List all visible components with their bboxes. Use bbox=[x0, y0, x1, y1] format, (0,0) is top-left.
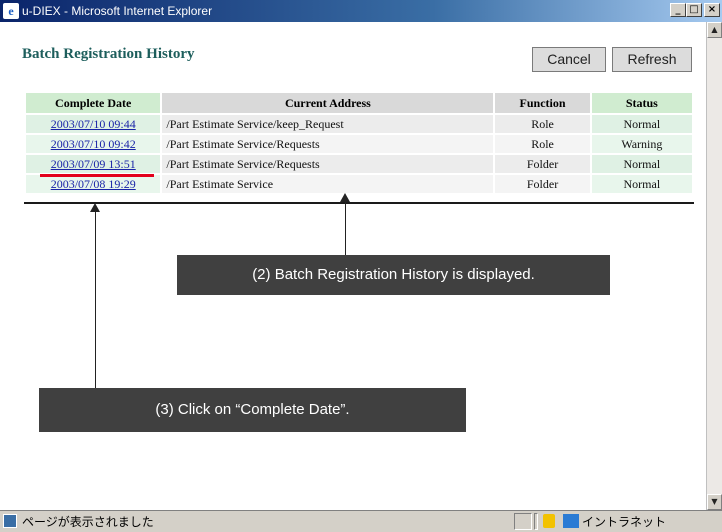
table-row: 2003/07/08 19:29 /Part Estimate Service … bbox=[26, 175, 692, 193]
complete-date-link[interactable]: 2003/07/08 19:29 bbox=[51, 177, 136, 191]
history-table: Complete Date Current Address Function S… bbox=[24, 91, 694, 195]
complete-date-cell: 2003/07/10 09:44 bbox=[26, 115, 161, 133]
current-address-cell: /Part Estimate Service/Requests bbox=[162, 155, 494, 173]
current-address-cell: /Part Estimate Service bbox=[162, 175, 494, 193]
function-cell: Role bbox=[495, 115, 590, 133]
window-title: u-DIEX - Microsoft Internet Explorer bbox=[22, 4, 213, 18]
scroll-down-icon[interactable]: ▼ bbox=[707, 494, 722, 510]
table-row: 2003/07/10 09:44 /Part Estimate Service/… bbox=[26, 115, 692, 133]
vertical-scrollbar[interactable]: ▲ ▼ bbox=[706, 22, 722, 510]
column-header-status: Status bbox=[591, 93, 692, 113]
close-button[interactable]: × bbox=[704, 3, 720, 17]
current-address-cell: /Part Estimate Service/Requests bbox=[162, 135, 494, 153]
page-title: Batch Registration History bbox=[22, 46, 195, 62]
complete-date-cell: 2003/07/10 09:42 bbox=[26, 135, 161, 153]
arrow-line bbox=[95, 211, 96, 388]
highlight-underline bbox=[40, 174, 154, 177]
cancel-button[interactable]: Cancel bbox=[532, 47, 606, 72]
table-row: 2003/07/10 09:42 /Part Estimate Service/… bbox=[26, 135, 692, 153]
ie-icon: e bbox=[3, 3, 19, 19]
complete-date-link[interactable]: 2003/07/10 09:44 bbox=[51, 117, 136, 131]
complete-date-link[interactable]: 2003/07/09 13:51 bbox=[51, 157, 136, 171]
status-message: ページが表示されました bbox=[22, 515, 154, 529]
table-row: 2003/07/09 13:51 /Part Estimate Service/… bbox=[26, 155, 692, 173]
status-cell: Normal bbox=[591, 155, 692, 173]
column-header-current-address: Current Address bbox=[162, 93, 494, 113]
status-cell: Normal bbox=[591, 175, 692, 193]
status-cell: Normal bbox=[591, 115, 692, 133]
scroll-up-icon[interactable]: ▲ bbox=[707, 22, 722, 38]
complete-date-cell: 2003/07/09 13:51 bbox=[26, 155, 161, 173]
table-bottom-rule bbox=[24, 202, 694, 204]
function-cell: Role bbox=[495, 135, 590, 153]
status-panel bbox=[514, 513, 532, 530]
status-panel bbox=[534, 513, 538, 530]
complete-date-link[interactable]: 2003/07/10 09:42 bbox=[51, 137, 136, 151]
page-icon bbox=[3, 514, 17, 528]
function-cell: Folder bbox=[495, 155, 590, 173]
refresh-button[interactable]: Refresh bbox=[612, 47, 692, 72]
column-header-function: Function bbox=[495, 93, 590, 113]
status-bar: ページが表示されました イントラネット bbox=[0, 510, 722, 532]
callout-history-displayed: (2) Batch Registration History is displa… bbox=[177, 255, 610, 295]
column-header-complete-date[interactable]: Complete Date bbox=[26, 93, 161, 113]
title-bar: e u-DIEX - Microsoft Internet Explorer _… bbox=[0, 0, 722, 22]
function-cell: Folder bbox=[495, 175, 590, 193]
arrow-line bbox=[345, 201, 346, 255]
minimize-button[interactable]: _ bbox=[670, 3, 686, 17]
callout-click-date: (3) Click on “Complete Date”. bbox=[39, 388, 466, 432]
status-cell: Warning bbox=[591, 135, 692, 153]
complete-date-cell: 2003/07/08 19:29 bbox=[26, 175, 161, 193]
intranet-zone-icon bbox=[563, 514, 579, 528]
current-address-cell: /Part Estimate Service/keep_Request bbox=[162, 115, 494, 133]
maximize-button[interactable]: □ bbox=[686, 3, 702, 17]
table-header-row: Complete Date Current Address Function S… bbox=[26, 93, 692, 113]
browser-window: e u-DIEX - Microsoft Internet Explorer _… bbox=[0, 0, 722, 532]
lock-icon bbox=[543, 514, 555, 528]
security-zone-label: イントラネット bbox=[582, 515, 667, 529]
